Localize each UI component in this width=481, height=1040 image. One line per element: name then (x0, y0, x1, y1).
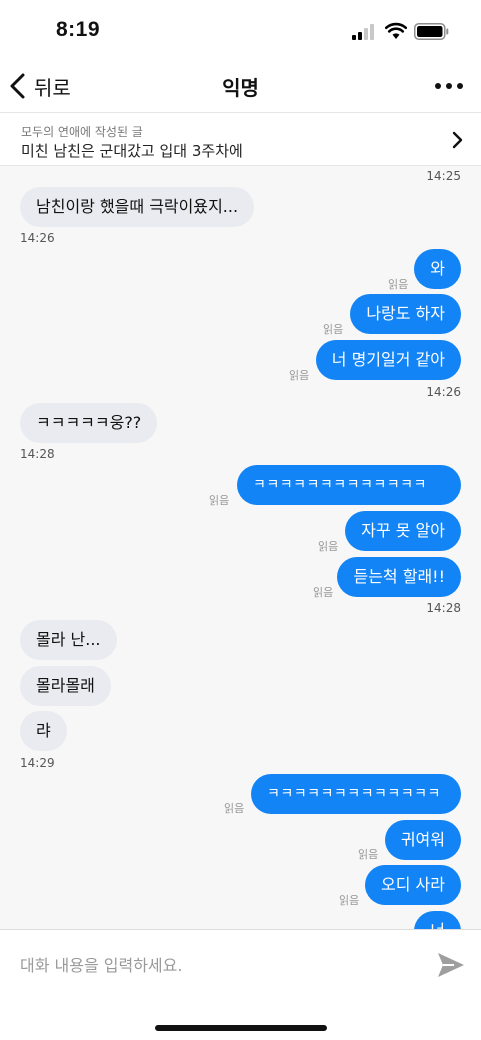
outgoing-message[interactable]: 와 (414, 249, 461, 289)
post-title: 미친 남친은 군대갔고 입대 3주차에 (21, 142, 243, 160)
read-receipt: 읽음 (289, 369, 310, 382)
read-receipt: 읽음 (224, 802, 245, 815)
read-receipt: 읽음 (323, 323, 344, 336)
back-button[interactable]: 뒤로 (8, 68, 71, 104)
timestamp: 14:26 (426, 385, 461, 399)
timestamp: 14:29 (20, 756, 55, 770)
message-composer (0, 929, 481, 1040)
linked-post-banner[interactable]: 모두의 연애에 작성된 글 미친 남친은 군대갔고 입대 3주차에 (0, 112, 481, 166)
status-time: 8:19 (56, 18, 101, 41)
incoming-message[interactable]: 몰라 난... (20, 620, 117, 660)
incoming-message[interactable]: ㅋㅋㅋㅋㅋ웅?? (20, 403, 158, 443)
more-options-icon[interactable] (435, 74, 463, 98)
outgoing-message[interactable]: 자꾸 못 알아 (345, 511, 461, 551)
outgoing-message[interactable]: ㅋㅋㅋㅋㅋㅋㅋㅋㅋㅋㅋㅋㅋ (237, 465, 461, 505)
read-receipt: 읽음 (318, 540, 339, 553)
status-bar: 8:19 (0, 0, 481, 60)
timestamp: 14:26 (20, 231, 55, 245)
outgoing-message[interactable]: 나랑도 하자 (350, 294, 461, 334)
read-receipt: 읽음 (313, 586, 334, 599)
outgoing-message[interactable]: 듣는척 할래!! (337, 557, 461, 597)
outgoing-message[interactable]: 너 명기일거 같아 (315, 340, 461, 380)
chat-title: 익명 (222, 76, 259, 100)
outgoing-message[interactable]: 귀여워 (384, 820, 461, 860)
back-label: 뒤로 (34, 75, 71, 100)
timestamp: 14:25 (426, 169, 461, 183)
chat-message-list[interactable]: 14:25 남친이랑 했을때 극락이욨지... 14:26 읽음 와 읽음 나랑… (0, 166, 481, 929)
incoming-message[interactable]: 몰라몰래 (20, 666, 111, 706)
chevron-left-icon (10, 73, 25, 99)
outgoing-message[interactable]: 오디 사라 (365, 865, 461, 905)
chat-header: 뒤로 익명 (0, 60, 481, 112)
battery-icon (414, 23, 449, 40)
outgoing-message[interactable]: ㅋㅋㅋㅋㅋㅋㅋㅋㅋㅋㅋㅋㅋ (251, 774, 461, 814)
send-icon[interactable] (436, 951, 466, 979)
post-board-label: 모두의 연애에 작성된 글 (21, 125, 143, 139)
outgoing-message[interactable]: 너 (414, 911, 461, 929)
incoming-message[interactable]: 남친이랑 했을때 극락이욨지... (20, 187, 255, 227)
incoming-message[interactable]: 랴 (20, 711, 67, 751)
home-indicator (155, 1025, 327, 1031)
timestamp: 14:28 (20, 447, 55, 461)
wifi-icon (385, 22, 407, 39)
timestamp: 14:28 (426, 601, 461, 615)
chevron-right-icon (452, 131, 463, 149)
read-receipt: 읽음 (339, 894, 360, 907)
read-receipt: 읽음 (358, 848, 379, 861)
read-receipt: 읽음 (388, 278, 409, 291)
message-input[interactable] (20, 950, 410, 980)
cellular-signal-icon (352, 24, 378, 40)
read-receipt: 읽음 (209, 494, 230, 507)
